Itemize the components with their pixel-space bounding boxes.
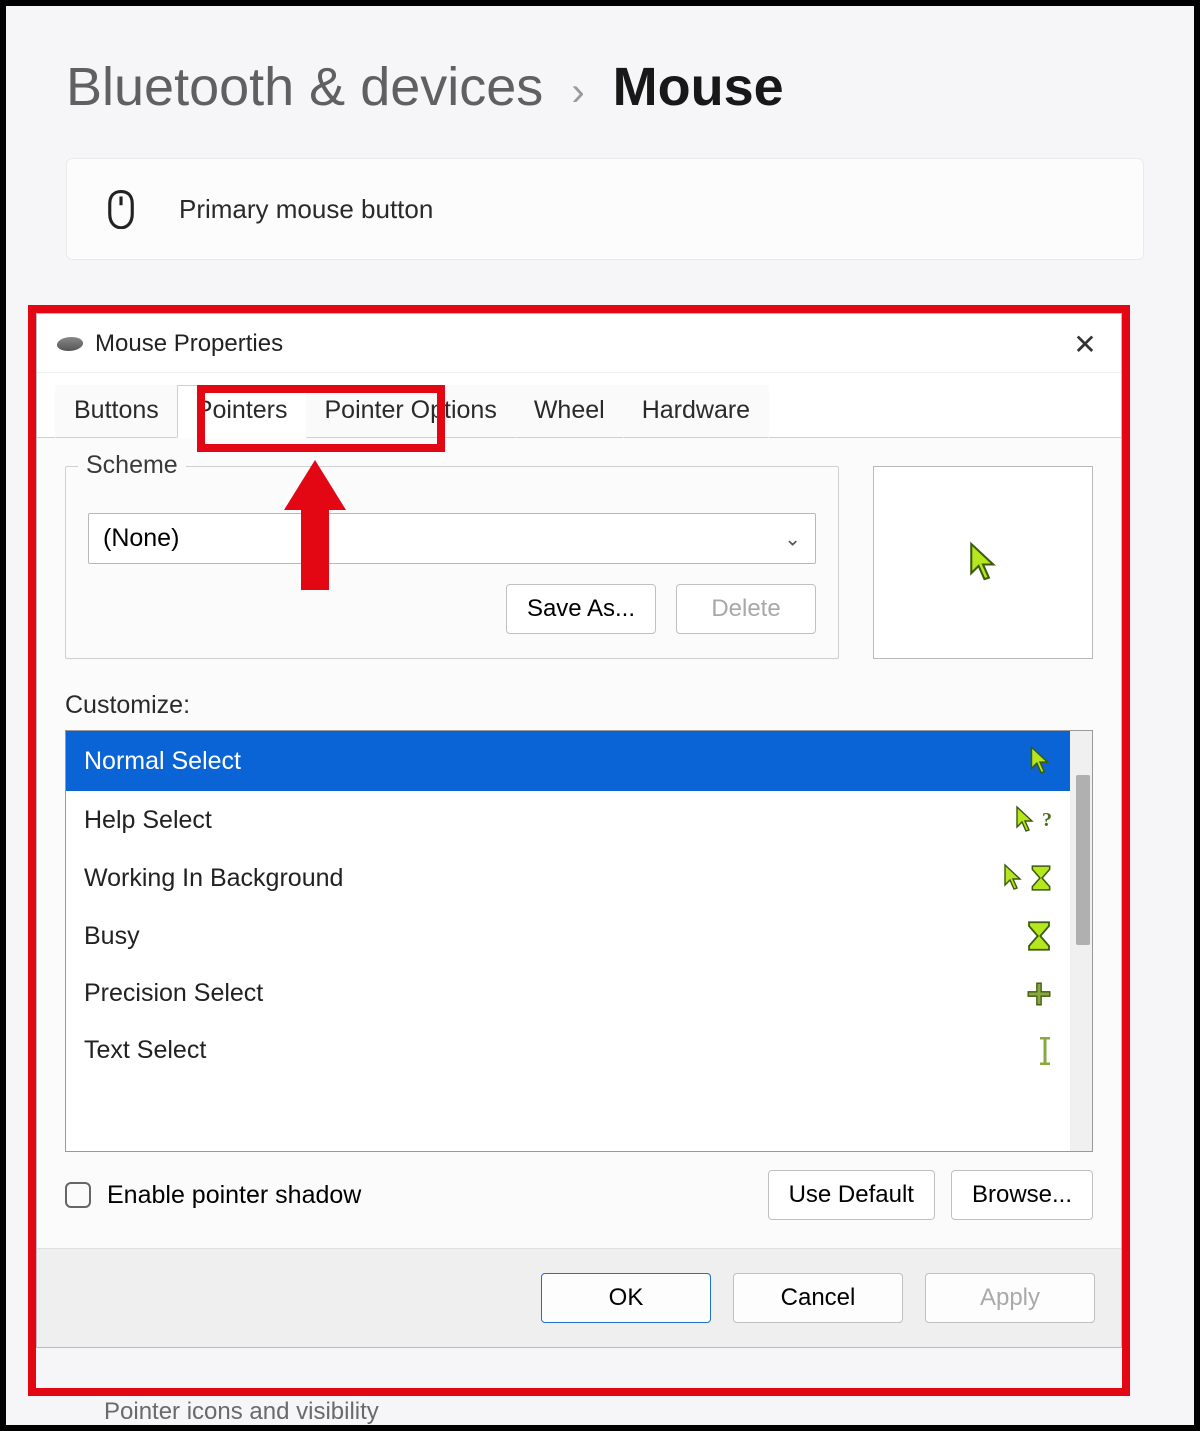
list-item-label: Working In Background: [84, 864, 990, 893]
tabstrip: Buttons Pointers Pointer Options Wheel H…: [37, 373, 1121, 438]
enable-pointer-shadow-checkbox[interactable]: [65, 1182, 91, 1208]
browse-button[interactable]: Browse...: [951, 1170, 1093, 1220]
primary-mouse-button-label: Primary mouse button: [179, 194, 433, 225]
scheme-value: (None): [103, 524, 179, 552]
scrollbar-thumb[interactable]: [1076, 775, 1090, 945]
hourglass-icon: [1026, 921, 1052, 951]
breadcrumb-current: Mouse: [613, 56, 784, 118]
mouse-properties-dialog: Mouse Properties ✕ Buttons Pointers Poin…: [36, 313, 1122, 1348]
breadcrumb-chevron-icon: ›: [571, 70, 584, 115]
chevron-down-icon: ⌄: [784, 526, 801, 551]
scrollbar[interactable]: [1070, 731, 1092, 1151]
dialog-titlebar[interactable]: Mouse Properties ✕: [37, 314, 1121, 373]
list-item-label: Help Select: [84, 806, 1002, 835]
scheme-legend: Scheme: [78, 451, 186, 480]
scheme-group: Scheme (None) ⌄ Save As... Delete: [65, 466, 839, 659]
cursor-arrow-icon: [1002, 863, 1024, 893]
cursor-arrow-icon: [1014, 805, 1036, 835]
tab-wheel[interactable]: Wheel: [515, 385, 624, 438]
mouse-icon: [103, 189, 139, 229]
tab-pointers[interactable]: Pointers: [177, 385, 307, 438]
dialog-title: Mouse Properties: [95, 330, 283, 358]
pointer-icons-visibility-label: Pointer icons and visibility: [104, 1398, 379, 1426]
enable-pointer-shadow-label: Enable pointer shadow: [107, 1181, 361, 1210]
close-icon[interactable]: ✕: [1069, 328, 1101, 360]
list-item-label: Busy: [84, 922, 1014, 951]
tab-buttons[interactable]: Buttons: [55, 385, 178, 438]
customize-label: Customize:: [65, 691, 1093, 720]
scheme-select[interactable]: (None) ⌄: [88, 513, 816, 564]
dialog-body: Scheme (None) ⌄ Save As... Delete: [37, 438, 1121, 1248]
list-item-precision-select[interactable]: Precision Select: [66, 965, 1070, 1022]
question-mark-icon: ?: [1042, 809, 1052, 832]
ibeam-icon: [1038, 1037, 1052, 1065]
crosshair-icon: [1026, 981, 1052, 1007]
use-default-button[interactable]: Use Default: [768, 1170, 935, 1220]
tab-pointer-options[interactable]: Pointer Options: [306, 385, 516, 438]
list-item-working-in-background[interactable]: Working In Background: [66, 849, 1070, 907]
breadcrumb: Bluetooth & devices › Mouse: [6, 6, 1194, 158]
tab-hardware[interactable]: Hardware: [623, 385, 769, 438]
cursor-list[interactable]: Normal Select Help Select ? Working: [65, 730, 1093, 1152]
cursor-arrow-icon: [1028, 745, 1052, 777]
hourglass-icon: [1030, 865, 1052, 891]
list-item-help-select[interactable]: Help Select ?: [66, 791, 1070, 849]
save-as-button[interactable]: Save As...: [506, 584, 656, 634]
pointer-preview: [873, 466, 1093, 659]
list-item-label: Normal Select: [84, 747, 1016, 776]
mouse-device-icon: [56, 337, 85, 351]
primary-mouse-button-row[interactable]: Primary mouse button: [66, 158, 1144, 260]
dialog-footer: OK Cancel Apply: [37, 1248, 1121, 1347]
list-item-text-select[interactable]: Text Select: [66, 1022, 1070, 1079]
list-item-label: Precision Select: [84, 979, 1014, 1008]
list-item-normal-select[interactable]: Normal Select: [66, 731, 1070, 791]
list-item-label: Text Select: [84, 1036, 1026, 1065]
cancel-button[interactable]: Cancel: [733, 1273, 903, 1323]
delete-button: Delete: [676, 584, 816, 634]
cursor-arrow-icon: [967, 541, 999, 585]
list-item-busy[interactable]: Busy: [66, 907, 1070, 965]
ok-button[interactable]: OK: [541, 1273, 711, 1323]
breadcrumb-parent[interactable]: Bluetooth & devices: [66, 56, 543, 118]
apply-button: Apply: [925, 1273, 1095, 1323]
